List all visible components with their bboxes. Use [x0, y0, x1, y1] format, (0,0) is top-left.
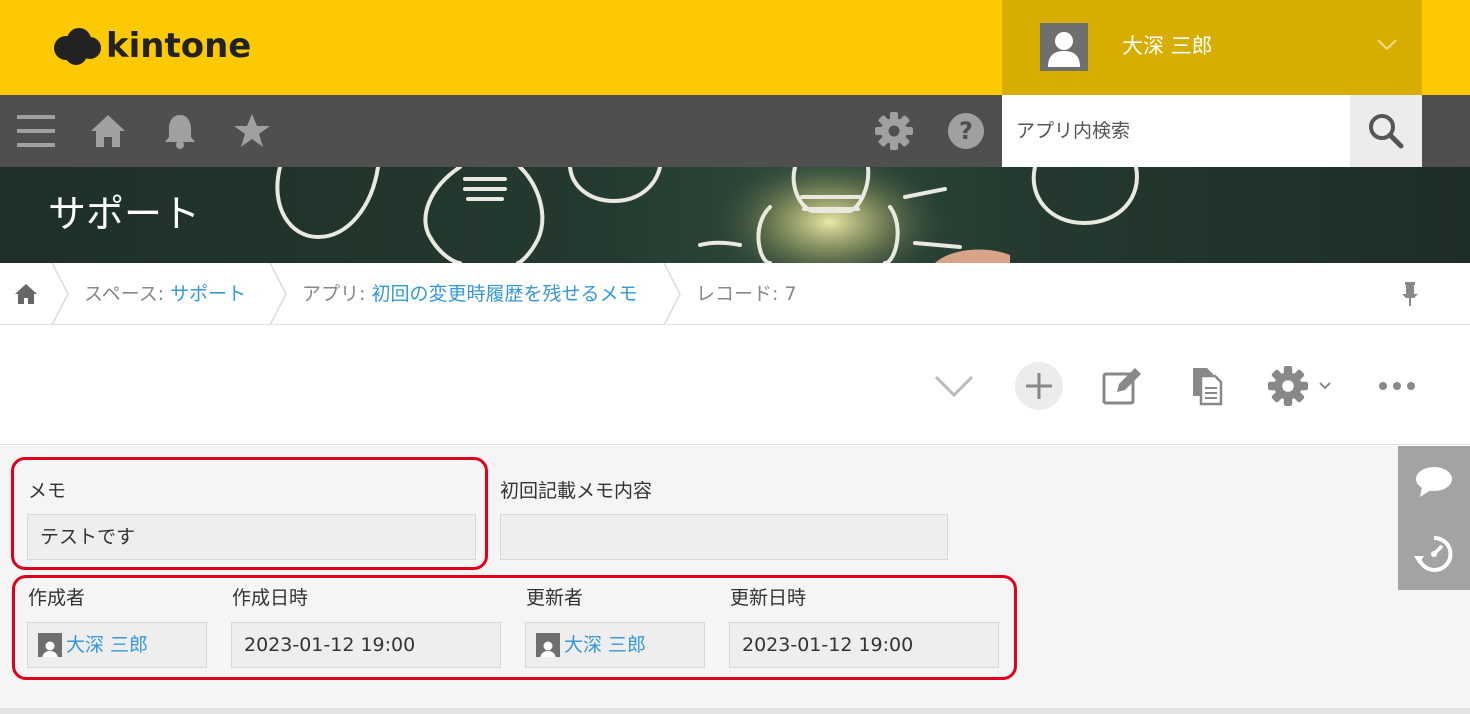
chevron-down-icon	[1319, 382, 1331, 390]
bell-icon[interactable]	[160, 109, 200, 153]
menu-icon[interactable]	[16, 109, 56, 153]
search-button[interactable]	[1350, 95, 1422, 167]
star-icon[interactable]	[232, 109, 272, 153]
user-menu[interactable]: 大深 三郎	[1002, 0, 1422, 95]
breadcrumb-record: レコード: 7	[696, 283, 797, 305]
home-icon[interactable]	[88, 109, 128, 153]
more-options-icon[interactable]	[1376, 361, 1418, 411]
user-avatar	[1040, 23, 1088, 71]
highlight-frame-meta	[12, 575, 1017, 680]
cloud-logo-icon	[54, 28, 101, 65]
app-search	[1002, 95, 1422, 167]
breadcrumb-separator	[663, 263, 681, 325]
bottom-divider	[0, 708, 1470, 714]
breadcrumb-separator	[51, 263, 69, 325]
edit-icon[interactable]	[1100, 361, 1142, 411]
copy-icon[interactable]	[1186, 361, 1228, 411]
svg-text:?: ?	[959, 117, 973, 145]
breadcrumb-app-prefix: アプリ:	[302, 283, 372, 305]
breadcrumb: スペース: サポート アプリ: 初回の変更時履歴を残せるメモ レコード: 7	[0, 263, 1470, 325]
plus-icon	[1015, 362, 1063, 410]
help-icon[interactable]: ?	[946, 109, 986, 153]
pin-icon[interactable]	[1400, 281, 1420, 307]
global-header: kintone 大深 三郎	[0, 0, 1470, 95]
history-icon[interactable]	[1398, 518, 1470, 590]
breadcrumb-space-prefix: スペース:	[84, 283, 171, 305]
record-actions	[0, 325, 1470, 445]
highlight-frame-memo	[11, 457, 488, 570]
breadcrumb-home[interactable]	[14, 263, 38, 325]
first-memo-label: 初回記載メモ内容	[500, 480, 653, 502]
breadcrumb-space-link[interactable]: サポート	[170, 283, 246, 305]
space-banner: サポート	[0, 167, 1470, 263]
breadcrumb-space[interactable]: スペース: サポート	[84, 263, 246, 325]
logo-text: kintone	[106, 26, 252, 66]
comment-icon[interactable]	[1398, 446, 1470, 518]
breadcrumb-separator	[269, 263, 287, 325]
user-name: 大深 三郎	[1122, 34, 1213, 58]
user-icon	[1048, 32, 1080, 67]
breadcrumb-app-link[interactable]: 初回の変更時履歴を残せるメモ	[371, 283, 637, 305]
breadcrumb-app[interactable]: アプリ: 初回の変更時履歴を残せるメモ	[302, 263, 637, 325]
home-icon	[15, 284, 37, 304]
first-memo-value	[500, 514, 948, 560]
search-icon	[1369, 114, 1404, 149]
lightbulb-illustration	[275, 167, 1139, 263]
add-record-button[interactable]	[1014, 361, 1064, 411]
gear-icon	[1268, 366, 1308, 406]
space-title: サポート	[48, 192, 201, 236]
kintone-record-page: kintone 大深 三郎 ? アプリ内検索 サポート スペース: サポート ア…	[0, 0, 1470, 714]
global-toolbar: ?	[0, 95, 1470, 167]
record-settings-button[interactable]	[1268, 361, 1334, 411]
search-input[interactable]	[1002, 95, 1350, 167]
gear-icon[interactable]	[874, 109, 914, 153]
side-panel	[1398, 446, 1470, 590]
chevron-down-icon[interactable]	[1376, 38, 1398, 52]
kintone-logo[interactable]: kintone	[52, 26, 251, 66]
chevron-down-icon[interactable]	[930, 361, 978, 411]
